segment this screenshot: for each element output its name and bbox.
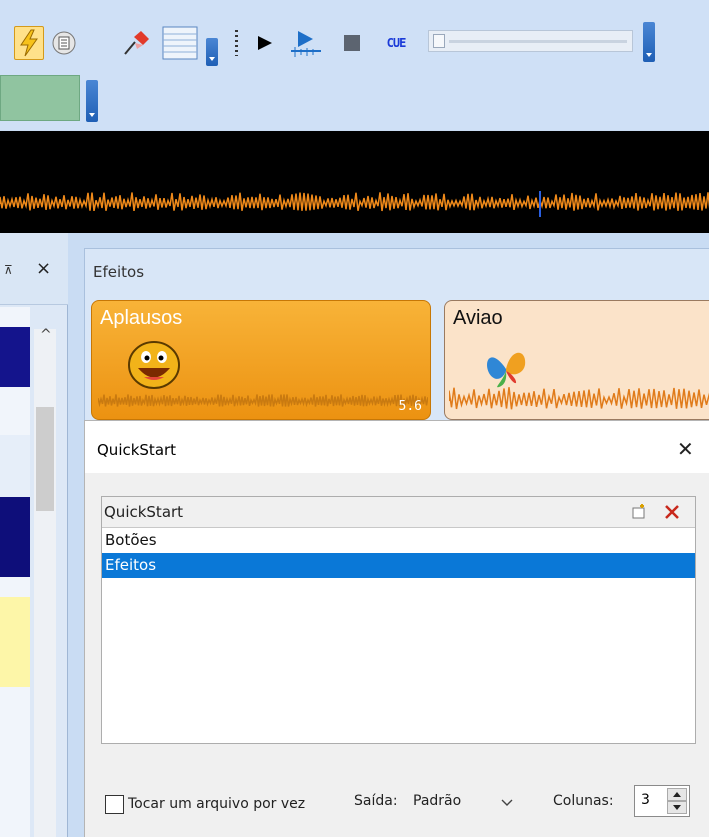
grid-icon[interactable] [160, 24, 200, 62]
waveform-graph [0, 191, 709, 217]
pad-aviao[interactable]: Aviao [444, 300, 709, 420]
checkbox-play-one[interactable] [105, 795, 124, 814]
play-icon[interactable] [252, 30, 278, 56]
pad-duration: 5.6 [398, 399, 422, 414]
left-panel: ⊼ × ^ [0, 233, 68, 837]
play-to-icon[interactable] [288, 26, 324, 60]
columns-value: 3 [641, 792, 650, 808]
checkbox-label[interactable]: Tocar um arquivo por vez [128, 796, 305, 812]
swatch-dropdown-icon[interactable] [86, 80, 98, 122]
list-item[interactable]: Botões [102, 528, 695, 553]
output-label: Saída: [354, 793, 398, 809]
scroll-up-icon[interactable]: ^ [40, 327, 52, 343]
left-list[interactable] [0, 307, 30, 837]
output-select-value: Padrão [413, 793, 462, 809]
pad-label: Aviao [453, 307, 503, 329]
slider-thumb[interactable] [433, 34, 445, 48]
pad-label: Aplausos [100, 307, 183, 329]
list-header-label: QuickStart [104, 503, 184, 521]
grid-dropdown-icon[interactable] [206, 38, 218, 66]
list-item-selected[interactable]: Efeitos [102, 553, 695, 578]
lightning-icon[interactable] [14, 26, 44, 60]
top-toolbar: CUE [0, 0, 709, 130]
quickstart-list[interactable]: QuickStart Botões Efeitos [101, 496, 696, 744]
stepper-down-icon[interactable] [667, 801, 687, 814]
document-icon[interactable] [50, 28, 78, 58]
cue-icon[interactable]: CUE [378, 30, 414, 56]
dialog-body: QuickStart Botões Efeitos Tocar um arqui… [85, 473, 709, 837]
close-icon[interactable]: × [36, 258, 51, 279]
waveform-display[interactable] [0, 131, 709, 233]
left-panel-header: ⊼ × [0, 233, 68, 305]
new-item-icon[interactable] [631, 504, 647, 520]
color-swatch[interactable] [0, 75, 80, 121]
scroll-thumb[interactable] [36, 407, 54, 511]
toolbar-separator [235, 30, 238, 56]
columns-stepper[interactable]: 3 [634, 785, 690, 817]
close-icon[interactable]: ✕ [677, 437, 694, 461]
chevron-down-icon [501, 799, 513, 806]
pad-waveform [449, 387, 709, 410]
stepper-up-icon[interactable] [667, 788, 687, 801]
columns-label: Colunas: [553, 793, 614, 809]
quickstart-dialog: QuickStart ✕ QuickStart Botões Efeitos T… [84, 420, 709, 837]
dialog-title: QuickStart [97, 441, 177, 459]
app-window: CUE ⊼ × ^ Efeitos Aplausos 5.6 Aviao Qui… [0, 0, 709, 837]
slider-dropdown-icon[interactable] [643, 22, 655, 62]
cue-label: CUE [386, 36, 407, 50]
output-select[interactable]: Padrão [407, 787, 521, 817]
smiley-icon [128, 341, 180, 389]
delete-icon[interactable] [664, 504, 680, 520]
list-header: QuickStart [102, 497, 695, 528]
stop-icon[interactable] [340, 30, 364, 56]
pin-button[interactable]: ⊼ [4, 263, 13, 277]
position-slider[interactable] [428, 30, 633, 52]
effects-panel-title: Efeitos [93, 263, 145, 281]
pad-waveform [98, 394, 428, 408]
pad-aplausos[interactable]: Aplausos 5.6 [91, 300, 431, 420]
pin-icon[interactable] [120, 26, 154, 58]
left-scrollbar[interactable]: ^ [34, 327, 56, 837]
